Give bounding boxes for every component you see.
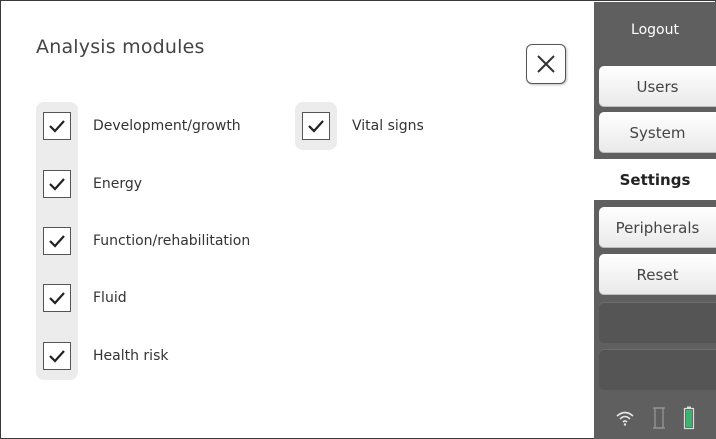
tab-empty (599, 349, 716, 390)
module-label: Fluid (93, 290, 127, 306)
checkbox[interactable] (43, 112, 71, 140)
page-title: Analysis modules (36, 36, 205, 58)
module-label: Development/growth (93, 118, 241, 134)
module-label: Energy (93, 176, 143, 192)
checkbox[interactable] (43, 342, 71, 370)
module-vital-signs[interactable]: Vital signs (295, 102, 424, 150)
main-panel: Analysis modules Development/growth Ener… (2, 2, 594, 438)
module-label: Function/rehabilitation (93, 233, 251, 249)
device-icon (653, 406, 665, 429)
checkbox[interactable] (43, 227, 71, 255)
tab-users[interactable]: Users (599, 66, 716, 107)
checkbox[interactable] (302, 112, 330, 140)
tab-system[interactable]: System (599, 112, 716, 153)
tab-reset[interactable]: Reset (599, 254, 716, 295)
tab-peripherals[interactable]: Peripherals (599, 207, 716, 248)
checkmark-icon (308, 120, 324, 133)
module-energy[interactable]: Energy (36, 160, 142, 208)
checkbox[interactable] (43, 170, 71, 198)
battery-icon (683, 406, 695, 429)
checkmark-icon (49, 235, 65, 248)
module-function-rehabilitation[interactable]: Function/rehabilitation (36, 217, 250, 265)
module-label: Health risk (93, 348, 169, 364)
module-development-growth[interactable]: Development/growth (36, 102, 241, 150)
checkmark-icon (49, 178, 65, 191)
checkmark-icon (49, 120, 65, 133)
checkmark-icon (49, 350, 65, 363)
close-icon (537, 55, 555, 73)
checkbox[interactable] (43, 284, 71, 312)
close-button[interactable] (526, 44, 566, 84)
wifi-icon (616, 411, 634, 426)
logout-button[interactable]: Logout (594, 2, 716, 58)
module-label: Vital signs (352, 118, 424, 134)
status-bar (594, 396, 716, 439)
module-fluid[interactable]: Fluid (36, 274, 127, 322)
sidebar: Logout Users System Settings Peripherals… (594, 2, 716, 439)
tab-empty (599, 302, 716, 343)
tab-settings[interactable]: Settings (594, 159, 716, 200)
device-screen: Analysis modules Development/growth Ener… (0, 0, 716, 439)
checkmark-icon (49, 292, 65, 305)
module-health-risk[interactable]: Health risk (36, 332, 168, 380)
